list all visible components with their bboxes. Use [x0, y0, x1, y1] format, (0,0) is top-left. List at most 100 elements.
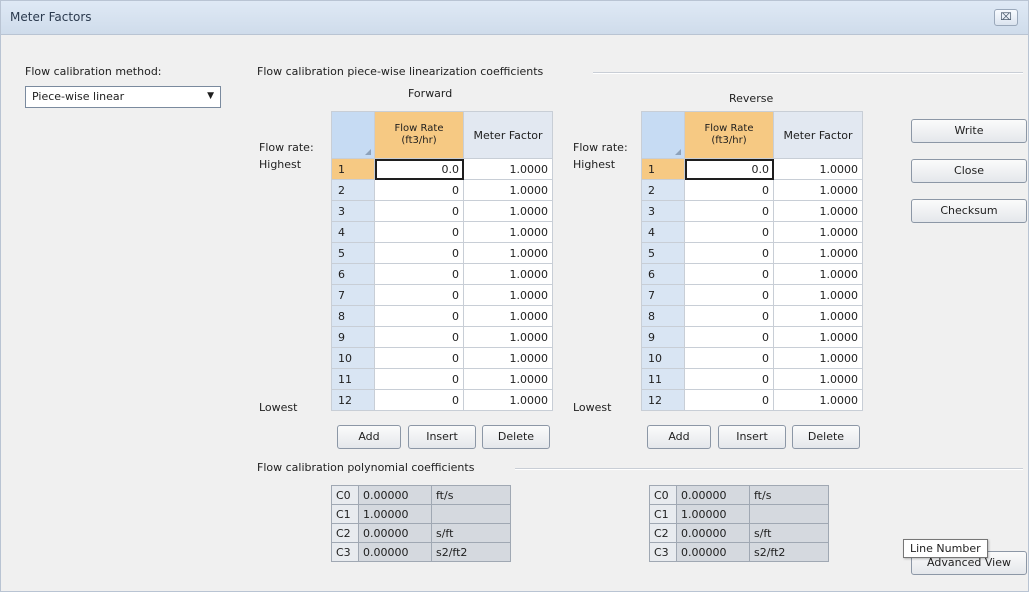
row-number[interactable]: 9 [641, 326, 685, 348]
forward-delete-button[interactable]: Delete [482, 425, 550, 449]
reverse-add-button[interactable]: Add [647, 425, 711, 449]
row-number[interactable]: 1 [641, 158, 685, 180]
meter-factor-cell[interactable]: 1.0000 [773, 242, 863, 264]
row-number[interactable]: 7 [331, 284, 375, 306]
reverse-table-row[interactable]: 12 0 1.0000 [641, 389, 863, 411]
flow-rate-cell[interactable]: 0 [684, 305, 774, 327]
reverse-table-row[interactable]: 2 0 1.0000 [641, 179, 863, 201]
reverse-insert-button[interactable]: Insert [718, 425, 786, 449]
meter-factor-cell[interactable]: 1.0000 [463, 347, 553, 369]
forward-table-row[interactable]: 8 0 1.0000 [331, 305, 553, 327]
meter-factor-cell[interactable]: 1.0000 [463, 326, 553, 348]
row-number[interactable]: 1 [331, 158, 375, 180]
row-number[interactable]: 3 [641, 200, 685, 222]
meter-factor-cell[interactable]: 1.0000 [773, 347, 863, 369]
meter-factor-cell[interactable]: 1.0000 [773, 263, 863, 285]
reverse-table-row[interactable]: 6 0 1.0000 [641, 263, 863, 285]
flow-rate-cell[interactable]: 0 [684, 221, 774, 243]
flow-rate-cell[interactable]: 0 [374, 284, 464, 306]
flow-rate-cell[interactable]: 0 [374, 263, 464, 285]
forward-table-row[interactable]: 12 0 1.0000 [331, 389, 553, 411]
flow-rate-cell[interactable]: 0 [374, 200, 464, 222]
meter-factor-cell[interactable]: 1.0000 [463, 200, 553, 222]
flow-rate-cell[interactable]: 0 [684, 200, 774, 222]
flow-rate-cell[interactable]: 0 [374, 347, 464, 369]
flow-rate-cell[interactable]: 0 [684, 347, 774, 369]
row-number[interactable]: 4 [331, 221, 375, 243]
forward-table-row[interactable]: 3 0 1.0000 [331, 200, 553, 222]
row-number[interactable]: 6 [641, 263, 685, 285]
meter-factor-cell[interactable]: 1.0000 [463, 263, 553, 285]
flow-rate-cell[interactable]: 0.0 [374, 158, 464, 180]
reverse-table-row[interactable]: 3 0 1.0000 [641, 200, 863, 222]
meter-factor-cell[interactable]: 1.0000 [773, 221, 863, 243]
close-window-button[interactable]: ⌧ [994, 9, 1018, 26]
forward-table-row[interactable]: 5 0 1.0000 [331, 242, 553, 264]
meter-factor-cell[interactable]: 1.0000 [773, 305, 863, 327]
flow-rate-cell[interactable]: 0 [684, 326, 774, 348]
forward-insert-button[interactable]: Insert [408, 425, 476, 449]
row-number[interactable]: 2 [331, 179, 375, 201]
row-number[interactable]: 12 [331, 389, 375, 411]
select-all-corner[interactable] [331, 111, 375, 159]
flow-rate-cell[interactable]: 0 [374, 221, 464, 243]
reverse-table-row[interactable]: 10 0 1.0000 [641, 347, 863, 369]
select-all-corner[interactable] [641, 111, 685, 159]
meter-factor-cell[interactable]: 1.0000 [773, 284, 863, 306]
meter-factor-cell[interactable]: 1.0000 [463, 284, 553, 306]
row-number[interactable]: 2 [641, 179, 685, 201]
flow-rate-cell[interactable]: 0 [684, 389, 774, 411]
flow-rate-cell[interactable]: 0 [684, 263, 774, 285]
meter-factor-cell[interactable]: 1.0000 [773, 326, 863, 348]
meter-factor-cell[interactable]: 1.0000 [773, 179, 863, 201]
flow-rate-cell[interactable]: 0 [684, 284, 774, 306]
meter-factor-cell[interactable]: 1.0000 [463, 242, 553, 264]
row-number[interactable]: 5 [331, 242, 375, 264]
row-number[interactable]: 11 [641, 368, 685, 390]
meter-factor-cell[interactable]: 1.0000 [463, 158, 553, 180]
meter-factor-cell[interactable]: 1.0000 [463, 305, 553, 327]
reverse-table-row[interactable]: 5 0 1.0000 [641, 242, 863, 264]
meter-factor-cell[interactable]: 1.0000 [773, 158, 863, 180]
flow-rate-cell[interactable]: 0 [684, 368, 774, 390]
row-number[interactable]: 6 [331, 263, 375, 285]
forward-add-button[interactable]: Add [337, 425, 401, 449]
flow-rate-cell[interactable]: 0 [374, 242, 464, 264]
reverse-table-row[interactable]: 9 0 1.0000 [641, 326, 863, 348]
flow-rate-cell[interactable]: 0 [374, 389, 464, 411]
close-button[interactable]: Close [911, 159, 1027, 183]
meter-factor-cell[interactable]: 1.0000 [773, 200, 863, 222]
reverse-delete-button[interactable]: Delete [792, 425, 860, 449]
meter-factor-cell[interactable]: 1.0000 [463, 389, 553, 411]
forward-table-row[interactable]: 6 0 1.0000 [331, 263, 553, 285]
forward-table-row[interactable]: 2 0 1.0000 [331, 179, 553, 201]
flow-rate-cell[interactable]: 0 [684, 242, 774, 264]
reverse-table-row[interactable]: 7 0 1.0000 [641, 284, 863, 306]
forward-table-row[interactable]: 7 0 1.0000 [331, 284, 553, 306]
reverse-table-row[interactable]: 8 0 1.0000 [641, 305, 863, 327]
meter-factor-cell[interactable]: 1.0000 [463, 179, 553, 201]
row-number[interactable]: 5 [641, 242, 685, 264]
reverse-table-row[interactable]: 4 0 1.0000 [641, 221, 863, 243]
checksum-button[interactable]: Checksum [911, 199, 1027, 223]
row-number[interactable]: 8 [641, 305, 685, 327]
forward-table-row[interactable]: 11 0 1.0000 [331, 368, 553, 390]
meter-factor-cell[interactable]: 1.0000 [463, 221, 553, 243]
row-number[interactable]: 7 [641, 284, 685, 306]
flow-rate-cell[interactable]: 0 [374, 326, 464, 348]
row-number[interactable]: 10 [331, 347, 375, 369]
meter-factor-cell[interactable]: 1.0000 [773, 368, 863, 390]
method-select[interactable]: Piece-wise linear ▼ [25, 86, 221, 108]
row-number[interactable]: 4 [641, 221, 685, 243]
forward-table-row[interactable]: 9 0 1.0000 [331, 326, 553, 348]
forward-table-row[interactable]: 4 0 1.0000 [331, 221, 553, 243]
row-number[interactable]: 9 [331, 326, 375, 348]
forward-table-row[interactable]: 10 0 1.0000 [331, 347, 553, 369]
row-number[interactable]: 3 [331, 200, 375, 222]
row-number[interactable]: 11 [331, 368, 375, 390]
row-number[interactable]: 8 [331, 305, 375, 327]
flow-rate-cell[interactable]: 0.0 [684, 158, 774, 180]
write-button[interactable]: Write [911, 119, 1027, 143]
flow-rate-cell[interactable]: 0 [374, 305, 464, 327]
row-number[interactable]: 12 [641, 389, 685, 411]
